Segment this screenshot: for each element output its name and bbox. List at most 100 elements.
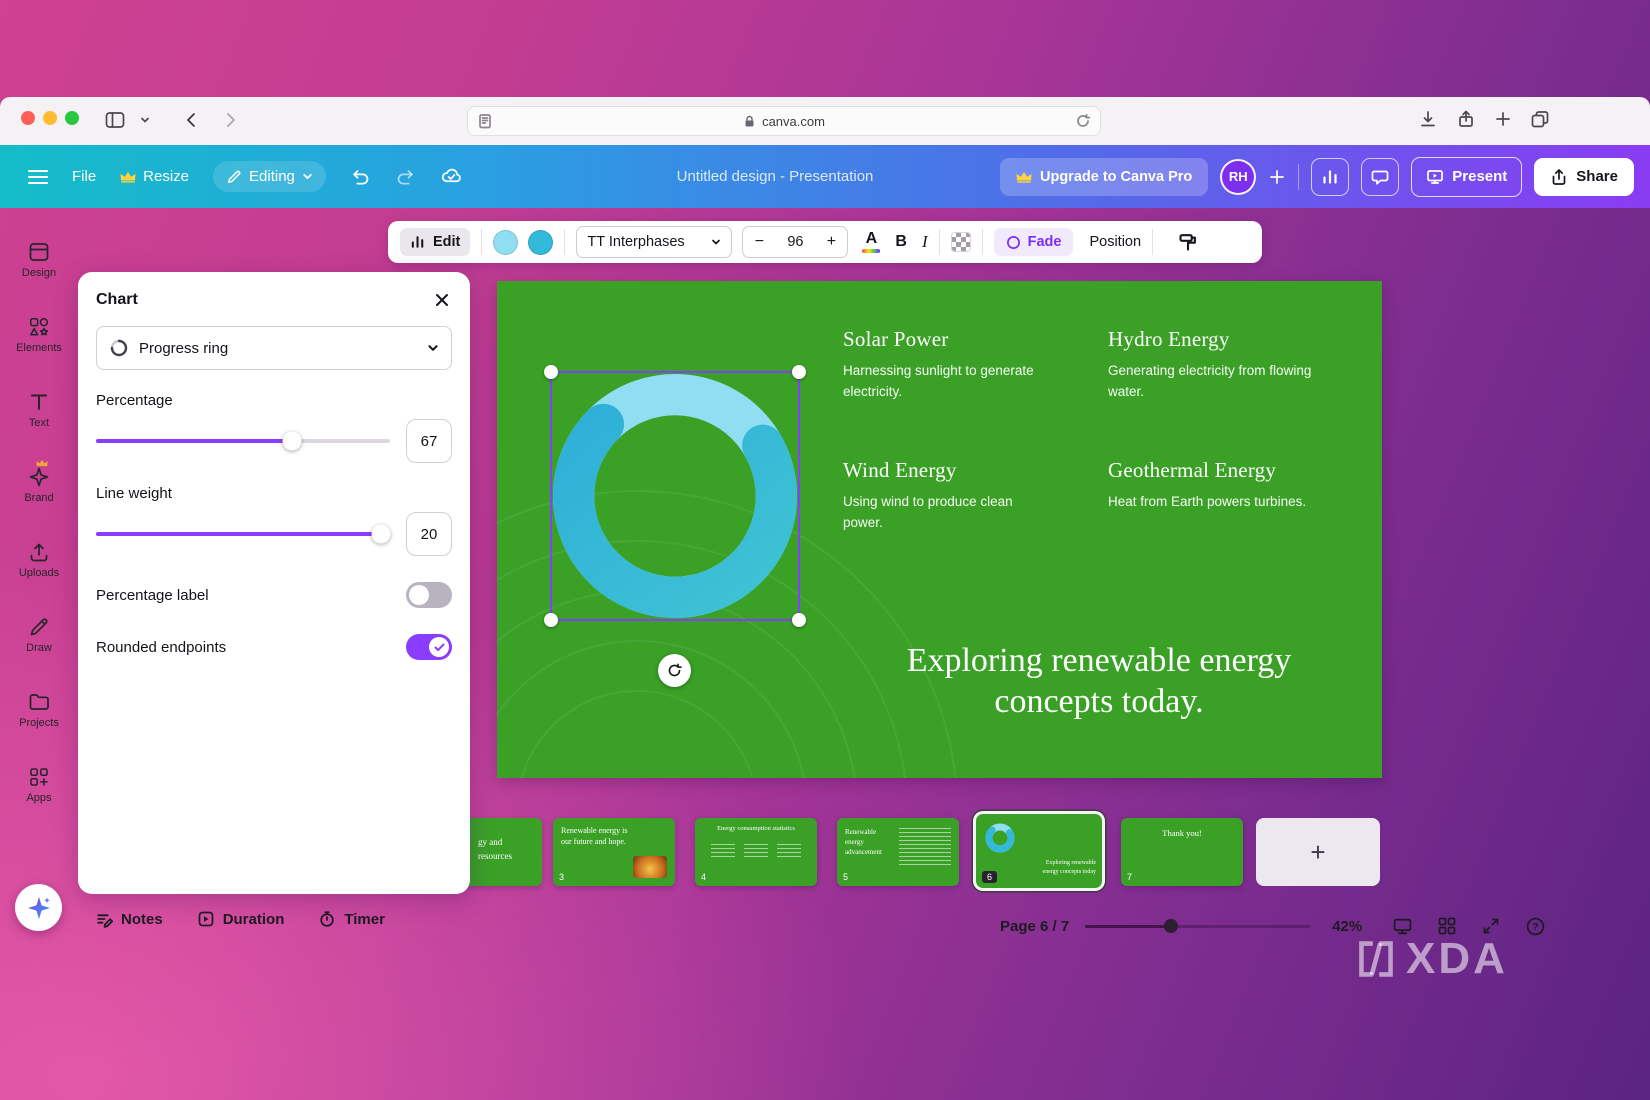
context-toolbar: Edit TT Interphases − 96 + A B I Fade Po… (388, 221, 1262, 263)
card-hydro[interactable]: Hydro Energy Generating electricity from… (1108, 327, 1348, 403)
tabs-overview-icon[interactable] (1530, 109, 1550, 129)
thumb-text: Exploring renewable energy concepts toda… (1036, 859, 1096, 876)
sidebar-toggle-icon[interactable] (104, 109, 126, 131)
slider-thumb[interactable] (372, 525, 391, 544)
resize-handle-top-left[interactable] (544, 365, 558, 379)
transparency-button[interactable] (951, 232, 971, 252)
sidebar-item-design[interactable]: Design (22, 240, 56, 279)
thumbnail-page-3[interactable]: Renewable energy is our future and hope.… (553, 818, 675, 886)
sidebar-item-apps[interactable]: Apps (26, 765, 51, 804)
font-size-increase-button[interactable]: + (815, 233, 847, 251)
zoom-slider-thumb[interactable] (1164, 919, 1178, 933)
font-size-value[interactable]: 96 (775, 234, 815, 250)
side-nav: Design Elements Text Brand Uploads Draw … (10, 240, 68, 804)
undo-icon[interactable] (350, 166, 371, 187)
refresh-icon[interactable] (1075, 113, 1091, 129)
pencil-icon (226, 169, 242, 185)
help-icon[interactable]: ? (1525, 916, 1546, 937)
card-solar[interactable]: Solar Power Harnessing sunlight to gener… (843, 327, 1058, 403)
bold-button[interactable]: B (895, 233, 907, 251)
animate-fade-button[interactable]: Fade (994, 228, 1074, 256)
percentage-label-toggle[interactable] (406, 582, 452, 608)
italic-button[interactable]: I (922, 232, 928, 252)
copy-style-icon[interactable] (1178, 232, 1198, 252)
back-button[interactable] (182, 110, 202, 130)
canva-header: File Resize Editing Untitled design - Pr… (0, 145, 1650, 208)
thumbnail-page-6-selected[interactable]: Exploring renewable energy concepts toda… (976, 814, 1102, 888)
new-tab-icon[interactable] (1494, 110, 1512, 128)
position-button[interactable]: Position (1089, 234, 1141, 250)
percentage-input[interactable]: 67 (406, 419, 452, 463)
add-member-icon[interactable] (1268, 168, 1286, 186)
redo-icon[interactable] (395, 166, 416, 187)
selection-box[interactable] (550, 371, 800, 621)
text-color-button[interactable]: A (862, 231, 880, 253)
add-page-button[interactable]: + (1256, 818, 1380, 886)
card-geothermal[interactable]: Geothermal Energy Heat from Earth powers… (1108, 458, 1353, 513)
menu-icon[interactable] (28, 166, 48, 188)
rounded-endpoints-toggle[interactable] (406, 634, 452, 660)
percentage-slider[interactable] (96, 439, 390, 443)
address-bar[interactable]: canva.com (467, 106, 1101, 136)
duration-button[interactable]: Duration (197, 910, 285, 928)
chart-type-dropdown[interactable]: Progress ring (96, 326, 452, 370)
sidebar-item-elements[interactable]: Elements (16, 315, 62, 354)
design-title[interactable]: Untitled design - Presentation (560, 145, 990, 208)
thumbnail-page-4[interactable]: Energy consumption statistics 4 (695, 818, 817, 886)
close-window-button[interactable] (21, 111, 35, 125)
thumbnail-page-7[interactable]: Thank you! 7 (1121, 818, 1243, 886)
edit-chart-button[interactable]: Edit (400, 228, 470, 256)
reader-icon[interactable] (477, 113, 493, 129)
rotate-handle[interactable] (658, 654, 691, 687)
font-selector[interactable]: TT Interphases (576, 226, 732, 258)
chart-color-swatch-2[interactable] (528, 230, 553, 255)
thumbnail-page-5[interactable]: Renewable energy advancement 5 (837, 818, 959, 886)
timer-button[interactable]: Timer (318, 910, 385, 928)
grid-view-icon[interactable] (1437, 916, 1457, 936)
card-title: Solar Power (843, 327, 1058, 352)
sidebar-item-uploads[interactable]: Uploads (19, 540, 59, 579)
line-weight-slider[interactable] (96, 532, 390, 536)
notes-button[interactable]: Notes (95, 910, 163, 928)
line-weight-input[interactable]: 20 (406, 512, 452, 556)
resize-handle-top-right[interactable] (792, 365, 806, 379)
resize-button[interactable]: Resize (120, 168, 189, 185)
forward-button[interactable] (220, 110, 240, 130)
chevron-down-icon[interactable] (140, 115, 150, 125)
fullscreen-icon[interactable] (1481, 916, 1501, 936)
folder-icon (27, 690, 51, 714)
share-button[interactable]: Share (1534, 158, 1634, 196)
card-wind[interactable]: Wind Energy Using wind to produce clean … (843, 458, 1043, 534)
comments-button[interactable] (1361, 158, 1399, 196)
percentage-label: Percentage (96, 392, 452, 409)
download-icon[interactable] (1418, 109, 1438, 129)
sidebar-item-text[interactable]: Text (27, 390, 51, 429)
zoom-slider[interactable] (1085, 925, 1310, 928)
share-sheet-icon[interactable] (1456, 109, 1476, 129)
upgrade-button[interactable]: Upgrade to Canva Pro (1000, 158, 1208, 196)
present-view-icon[interactable] (1392, 916, 1413, 937)
sidebar-item-brand[interactable]: Brand (24, 465, 53, 504)
monitor-icon (1426, 168, 1444, 186)
editing-mode-selector[interactable]: Editing (213, 161, 326, 192)
zoom-window-button[interactable] (65, 111, 79, 125)
chevron-down-icon (302, 171, 313, 182)
resize-handle-bottom-right[interactable] (792, 613, 806, 627)
minimize-window-button[interactable] (43, 111, 57, 125)
chevron-down-icon (427, 342, 439, 354)
avatar[interactable]: RH (1220, 159, 1256, 195)
present-button[interactable]: Present (1411, 157, 1522, 197)
font-size-decrease-button[interactable]: − (743, 233, 775, 251)
slide-headline[interactable]: Exploring renewable energy concepts toda… (864, 641, 1334, 723)
close-icon[interactable] (432, 290, 452, 310)
slider-thumb[interactable] (282, 432, 301, 451)
canva-assistant-button[interactable] (15, 884, 62, 931)
chart-color-swatch-1[interactable] (493, 230, 518, 255)
rotate-icon (666, 662, 683, 679)
progress-ring-chart[interactable] (552, 373, 798, 619)
resize-handle-bottom-left[interactable] (544, 613, 558, 627)
insights-button[interactable] (1311, 158, 1349, 196)
sidebar-item-projects[interactable]: Projects (19, 690, 59, 729)
sidebar-item-draw[interactable]: Draw (26, 615, 52, 654)
file-menu[interactable]: File (72, 168, 96, 185)
